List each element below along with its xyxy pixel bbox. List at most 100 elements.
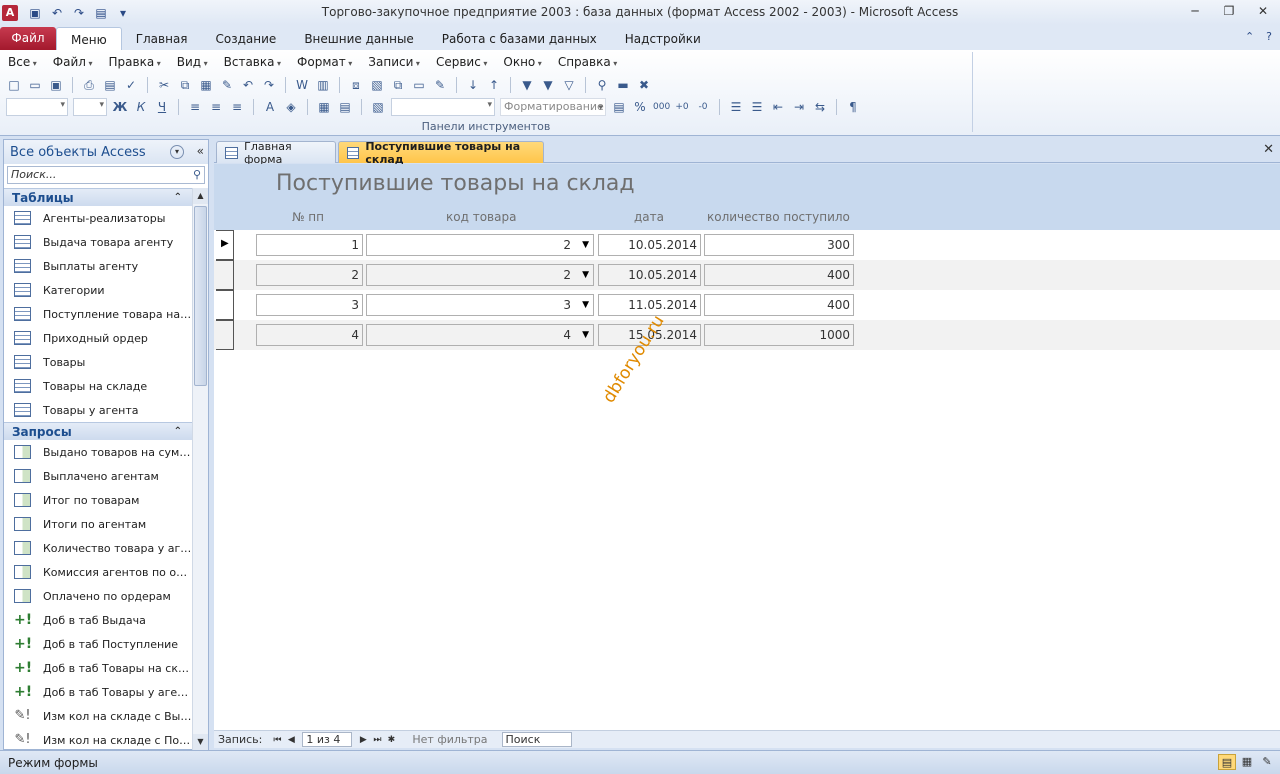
currency-icon[interactable]: ▤	[611, 99, 627, 115]
nav-item[interactable]: ✎! Изм кол на складе с Выда...	[4, 704, 192, 728]
nav-item[interactable]: Выплаты агенту	[4, 254, 192, 278]
nav-item[interactable]: Количество товара у аге...	[4, 536, 192, 560]
percent-icon[interactable]: %	[632, 99, 648, 115]
font-color-icon[interactable]: A	[262, 99, 278, 115]
scroll-down-icon[interactable]: ▼	[193, 734, 208, 750]
nav-item[interactable]: Итог по товарам	[4, 488, 192, 512]
menu-file[interactable]: Файл	[45, 55, 101, 71]
bullets-icon[interactable]: ☰	[728, 99, 744, 115]
field-number[interactable]: 4	[256, 324, 363, 346]
field-date[interactable]: 10.05.2014	[598, 264, 701, 286]
customize-qat-icon[interactable]: ▾	[114, 6, 132, 20]
properties-icon[interactable]: ▧	[369, 77, 385, 93]
align-left-icon[interactable]: ≡	[187, 99, 203, 115]
relationships-icon[interactable]: ⧈	[348, 77, 364, 93]
gridlines-icon[interactable]: ▦	[316, 99, 332, 115]
first-record-icon[interactable]: ⏮	[270, 735, 284, 745]
align-right-icon[interactable]: ≡	[229, 99, 245, 115]
new-icon[interactable]: □	[6, 77, 22, 93]
menu-all[interactable]: Все	[0, 55, 45, 71]
menu-records[interactable]: Записи	[360, 55, 428, 71]
delete-record-icon[interactable]: ✖	[636, 77, 652, 93]
nav-scrollbar[interactable]: ▲ ▼	[192, 188, 208, 750]
new-record-icon[interactable]: ▬	[615, 77, 631, 93]
filter-by-selection-icon[interactable]: ▼	[519, 77, 535, 93]
nav-item[interactable]: +! Доб в таб Выдача	[4, 608, 192, 632]
menu-window[interactable]: Окно	[495, 55, 549, 71]
menu-view[interactable]: Вид	[169, 55, 216, 71]
field-number[interactable]: 2	[256, 264, 363, 286]
tab-home[interactable]: Главная	[122, 27, 202, 50]
save-icon[interactable]: ▣	[26, 6, 44, 20]
copy-icon[interactable]: ⧉	[177, 77, 193, 93]
nav-item[interactable]: Выдача товара агенту	[4, 230, 192, 254]
undo-icon[interactable]: ↶	[48, 6, 66, 20]
field-item-code[interactable]: 4 ▼	[366, 324, 594, 346]
tab-main-form[interactable]: Главная форма	[216, 140, 336, 166]
form-view-icon[interactable]: ▤	[1218, 754, 1236, 770]
align-center-icon[interactable]: ≡	[208, 99, 224, 115]
last-record-icon[interactable]: ⏭	[370, 735, 384, 745]
nav-item[interactable]: Товары	[4, 350, 192, 374]
field-number[interactable]: 1	[256, 234, 363, 256]
apply-filter-icon[interactable]: ▽	[561, 77, 577, 93]
nav-item[interactable]: Товары на складе	[4, 374, 192, 398]
scroll-thumb[interactable]	[194, 206, 207, 386]
redo-icon[interactable]: ↷	[70, 6, 88, 20]
close-window-icon[interactable]: ✕	[1246, 0, 1280, 22]
menu-format[interactable]: Формат	[289, 55, 360, 71]
cut-icon[interactable]: ✂	[156, 77, 172, 93]
nav-item[interactable]: Категории	[4, 278, 192, 302]
font-size-combo[interactable]	[73, 98, 107, 116]
field-quantity[interactable]: 400	[704, 264, 854, 286]
tab-received-goods[interactable]: Поступившие товары на склад	[338, 140, 544, 166]
dropdown-arrow-icon[interactable]: ▼	[582, 235, 589, 255]
nav-group-header[interactable]: Запросы ⌃	[4, 422, 192, 440]
access-app-icon[interactable]: A	[2, 4, 18, 21]
tab-external-data[interactable]: Внешние данные	[290, 27, 427, 50]
restore-icon[interactable]: ❐	[1212, 0, 1246, 22]
format-painter-icon[interactable]: ✎	[219, 77, 235, 93]
office-links-icon[interactable]: W	[294, 77, 310, 93]
increase-decimals-icon[interactable]: +0	[674, 99, 690, 115]
chevron-up-icon[interactable]: ⌃	[174, 189, 182, 207]
tab-menu[interactable]: Меню	[56, 27, 122, 50]
bold-icon[interactable]: Ж	[112, 99, 128, 115]
tab-file[interactable]: Файл	[0, 27, 56, 50]
fill-color-icon[interactable]: ✎	[432, 77, 448, 93]
open-icon[interactable]: ▭	[27, 77, 43, 93]
nav-item[interactable]: Итоги по агентам	[4, 512, 192, 536]
chevron-up-icon[interactable]: ⌃	[174, 423, 182, 441]
print-icon[interactable]: ⎙	[81, 77, 97, 93]
tab-addins[interactable]: Надстройки	[611, 27, 715, 50]
tab-database-tools[interactable]: Работа с базами данных	[428, 27, 611, 50]
search-icon[interactable]: ⚲	[193, 168, 201, 181]
field-quantity[interactable]: 400	[704, 294, 854, 316]
record-search-input[interactable]: Поиск	[501, 732, 572, 747]
help-icon[interactable]: ?	[1266, 30, 1272, 43]
sort-ascending-icon[interactable]: ↓	[465, 77, 481, 93]
numbering-icon[interactable]: ☰	[749, 99, 765, 115]
field-number[interactable]: 3	[256, 294, 363, 316]
new-object-icon[interactable]: ▭	[411, 77, 427, 93]
minimize-icon[interactable]: ─	[1178, 0, 1212, 22]
nav-item[interactable]: Выплачено агентам	[4, 464, 192, 488]
field-quantity[interactable]: 1000	[704, 324, 854, 346]
minimize-ribbon-icon[interactable]: ⌃	[1245, 30, 1254, 43]
nav-item[interactable]: +! Доб в таб Товары у агента	[4, 680, 192, 704]
text-direction-icon[interactable]: ⇆	[812, 99, 828, 115]
next-record-icon[interactable]: ▶	[356, 735, 370, 745]
special-effect-icon[interactable]: ▤	[337, 99, 353, 115]
nav-item[interactable]: Выдано товаров на сумму	[4, 440, 192, 464]
conditional-format-icon[interactable]: ▧	[370, 99, 386, 115]
design-view-icon[interactable]: ✎	[1258, 754, 1276, 770]
field-combo[interactable]	[391, 98, 495, 116]
analyze-icon[interactable]: ▥	[315, 77, 331, 93]
underline-icon[interactable]: Ч	[154, 99, 170, 115]
nav-item[interactable]: Агенты-реализаторы	[4, 206, 192, 230]
nav-item[interactable]: +! Доб в таб Товары на скл...	[4, 656, 192, 680]
comma-style-icon[interactable]: 000	[653, 99, 670, 115]
nav-item[interactable]: Приходный ордер	[4, 326, 192, 350]
decrease-indent-icon[interactable]: ⇤	[770, 99, 786, 115]
field-item-code[interactable]: 2 ▼	[366, 264, 594, 286]
